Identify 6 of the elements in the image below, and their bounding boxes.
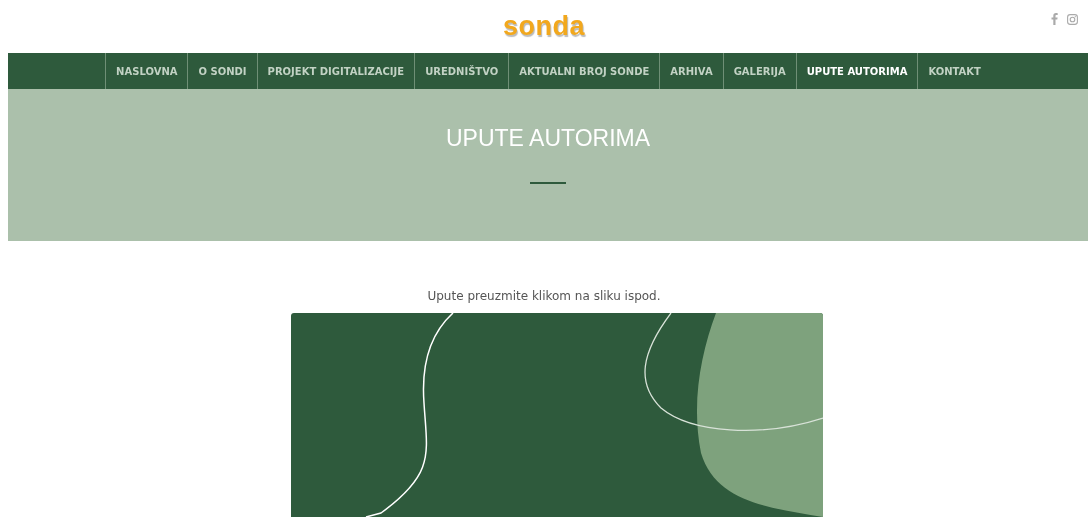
facebook-icon[interactable] [1051,13,1058,25]
cover-image[interactable] [291,313,823,517]
intro-text: Upute preuzmite klikom na sliku ispod. [426,289,662,303]
page-title: UPUTE AUTORIMA [445,125,650,152]
nav-link[interactable]: KONTAKT [918,53,991,89]
instagram-icon[interactable] [1067,13,1078,25]
